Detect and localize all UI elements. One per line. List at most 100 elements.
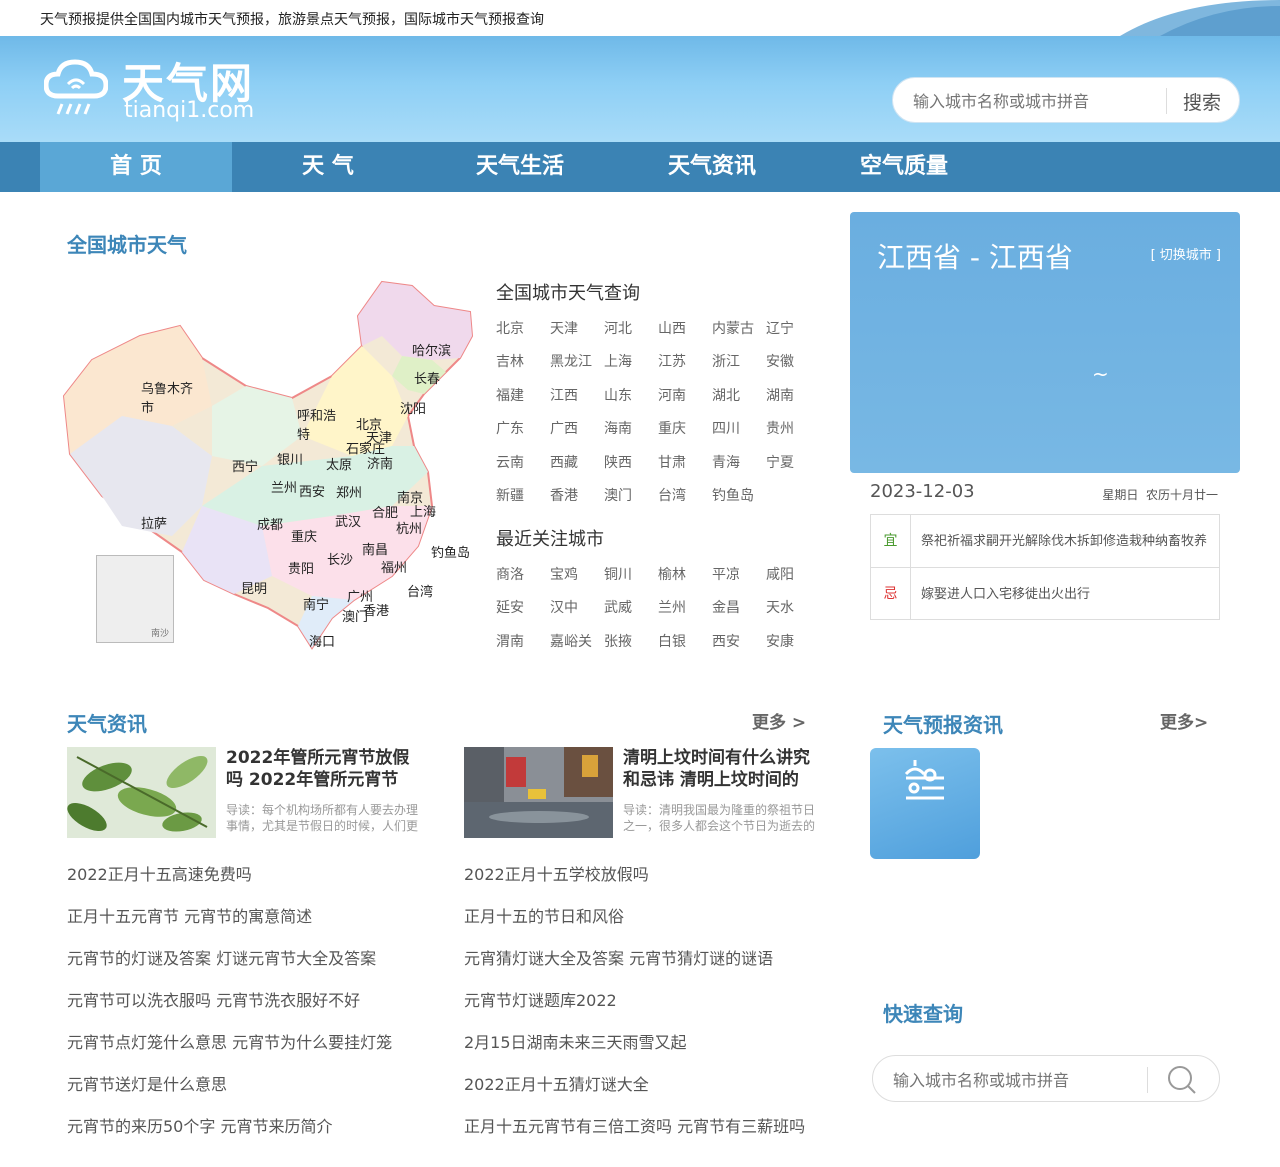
- map-city[interactable]: 特: [297, 424, 310, 443]
- news-link[interactable]: 元宵节的灯谜及答案 灯谜元宵节大全及答案: [67, 945, 376, 969]
- news-link[interactable]: 元宵猜灯谜大全及答案 元宵节猜灯谜的谜语: [464, 945, 773, 969]
- province-link[interactable]: 甘肃: [658, 452, 686, 472]
- recent-city-link[interactable]: 延安: [496, 597, 524, 617]
- province-link[interactable]: 贵州: [766, 418, 794, 438]
- search-button[interactable]: 搜索: [1183, 88, 1221, 115]
- news-link[interactable]: 元宵节灯谜题库2022: [464, 987, 617, 1011]
- map-city[interactable]: 西宁: [232, 456, 258, 475]
- forecast-news-tile[interactable]: [870, 748, 980, 859]
- province-link[interactable]: 湖北: [712, 385, 740, 405]
- news-thumbnail[interactable]: [67, 747, 216, 838]
- province-link[interactable]: 台湾: [658, 485, 686, 505]
- province-link[interactable]: 山东: [604, 385, 632, 405]
- recent-city-link[interactable]: 嘉峪关: [550, 631, 592, 651]
- map-city[interactable]: 钓鱼岛: [431, 542, 470, 561]
- map-city[interactable]: 太原: [326, 454, 352, 473]
- news-link[interactable]: 2022正月十五高速免费吗: [67, 861, 252, 885]
- map-city[interactable]: 郑州: [336, 482, 362, 501]
- province-link[interactable]: 香港: [550, 485, 578, 505]
- province-link[interactable]: 钓鱼岛: [712, 485, 754, 505]
- map-city[interactable]: 银川: [277, 449, 303, 468]
- nav-air-quality[interactable]: 空气质量: [808, 142, 1000, 192]
- news-link[interactable]: 2022正月十五学校放假吗: [464, 861, 649, 885]
- map-city[interactable]: 拉萨: [141, 513, 167, 532]
- news-link[interactable]: 元宵节的来历50个字 元宵节来历简介: [67, 1113, 332, 1137]
- province-link[interactable]: 广东: [496, 418, 524, 438]
- province-link[interactable]: 四川: [712, 418, 740, 438]
- recent-city-link[interactable]: 渭南: [496, 631, 524, 651]
- recent-city-link[interactable]: 宝鸡: [550, 564, 578, 584]
- province-link[interactable]: 湖南: [766, 385, 794, 405]
- province-link[interactable]: 福建: [496, 385, 524, 405]
- province-link[interactable]: 海南: [604, 418, 632, 438]
- province-link[interactable]: 云南: [496, 452, 524, 472]
- news-card[interactable]: 2022年管所元宵节放假吗 2022年管所元宵节上班吗 导读：每个机构场所都有人…: [67, 747, 418, 839]
- recent-city-link[interactable]: 武威: [604, 597, 632, 617]
- province-link[interactable]: 澳门: [604, 485, 632, 505]
- recent-city-link[interactable]: 榆林: [658, 564, 686, 584]
- map-city[interactable]: 南宁: [303, 594, 329, 613]
- map-city[interactable]: 南昌: [362, 539, 388, 558]
- province-link[interactable]: 吉林: [496, 351, 524, 371]
- nav-weather-life[interactable]: 天气生活: [424, 142, 616, 192]
- province-link[interactable]: 山西: [658, 318, 686, 338]
- province-link[interactable]: 辽宁: [766, 318, 794, 338]
- recent-city-link[interactable]: 白银: [658, 631, 686, 651]
- map-city[interactable]: 杭州: [396, 518, 422, 537]
- map-city[interactable]: 济南: [367, 453, 393, 472]
- recent-city-link[interactable]: 张掖: [604, 631, 632, 651]
- province-link[interactable]: 青海: [712, 452, 740, 472]
- map-city[interactable]: 兰州: [271, 477, 297, 496]
- province-link[interactable]: 江西: [550, 385, 578, 405]
- map-city[interactable]: 重庆: [291, 526, 317, 545]
- map-city[interactable]: 沈阳: [400, 398, 426, 417]
- recent-city-link[interactable]: 金昌: [712, 597, 740, 617]
- quick-search-input[interactable]: [893, 1067, 1133, 1093]
- map-city[interactable]: 乌鲁木齐: [141, 378, 193, 397]
- news-card[interactable]: 清明上坟时间有什么讲究 和忌讳 清明上坟时间的讲究 导读：清明我国最为隆重的祭祖…: [464, 747, 815, 839]
- news-link[interactable]: 元宵节可以洗衣服吗 元宵节洗衣服好不好: [67, 987, 360, 1011]
- map-city[interactable]: 香港: [363, 600, 389, 619]
- province-link[interactable]: 安徽: [766, 351, 794, 371]
- search-input[interactable]: [913, 88, 1153, 114]
- recent-city-link[interactable]: 兰州: [658, 597, 686, 617]
- nav-weather-news[interactable]: 天气资讯: [616, 142, 808, 192]
- news-link[interactable]: 元宵节送灯是什么意思: [67, 1071, 227, 1095]
- province-link[interactable]: 西藏: [550, 452, 578, 472]
- map-city[interactable]: 合肥: [372, 502, 398, 521]
- province-link[interactable]: 内蒙古: [712, 318, 754, 338]
- news-title[interactable]: 2022年管所元宵节放假吗 2022年管所元宵节上班吗: [226, 747, 414, 791]
- province-link[interactable]: 北京: [496, 318, 524, 338]
- province-link[interactable]: 新疆: [496, 485, 524, 505]
- map-city[interactable]: 台湾: [407, 581, 433, 600]
- recent-city-link[interactable]: 汉中: [550, 597, 578, 617]
- map-city[interactable]: 武汉: [335, 511, 361, 530]
- province-link[interactable]: 河南: [658, 385, 686, 405]
- recent-city-link[interactable]: 平凉: [712, 564, 740, 584]
- map-city[interactable]: 贵阳: [288, 558, 314, 577]
- province-link[interactable]: 陕西: [604, 452, 632, 472]
- province-link[interactable]: 重庆: [658, 418, 686, 438]
- news-link[interactable]: 正月十五元宵节有三倍工资吗 元宵节有三薪班吗: [464, 1113, 805, 1137]
- province-link[interactable]: 宁夏: [766, 452, 794, 472]
- map-city[interactable]: 呼和浩: [297, 405, 336, 424]
- map-city[interactable]: 成都: [257, 514, 283, 533]
- news-thumbnail[interactable]: [464, 747, 613, 838]
- province-link[interactable]: 河北: [604, 318, 632, 338]
- map-city[interactable]: 昆明: [241, 578, 267, 597]
- forecast-news-more-link[interactable]: 更多>: [1160, 708, 1208, 733]
- news-link[interactable]: 2月15日湖南未来三天雨雪又起: [464, 1029, 687, 1053]
- nav-weather[interactable]: 天 气: [232, 142, 424, 192]
- map-city[interactable]: 长春: [414, 368, 440, 387]
- province-link[interactable]: 天津: [550, 318, 578, 338]
- recent-city-link[interactable]: 铜川: [604, 564, 632, 584]
- province-link[interactable]: 黑龙江: [550, 351, 592, 371]
- map-city[interactable]: 福州: [381, 557, 407, 576]
- province-link[interactable]: 上海: [604, 351, 632, 371]
- news-link[interactable]: 正月十五元宵节 元宵节的寓意简述: [67, 903, 312, 927]
- map-city[interactable]: 哈尔滨: [412, 340, 451, 359]
- recent-city-link[interactable]: 西安: [712, 631, 740, 651]
- switch-city-link[interactable]: [ 切换城市 ]: [1151, 244, 1221, 263]
- site-logo[interactable]: 天气网 tianqi1.com: [44, 50, 274, 128]
- news-title[interactable]: 清明上坟时间有什么讲究 和忌讳 清明上坟时间的讲究: [623, 747, 811, 791]
